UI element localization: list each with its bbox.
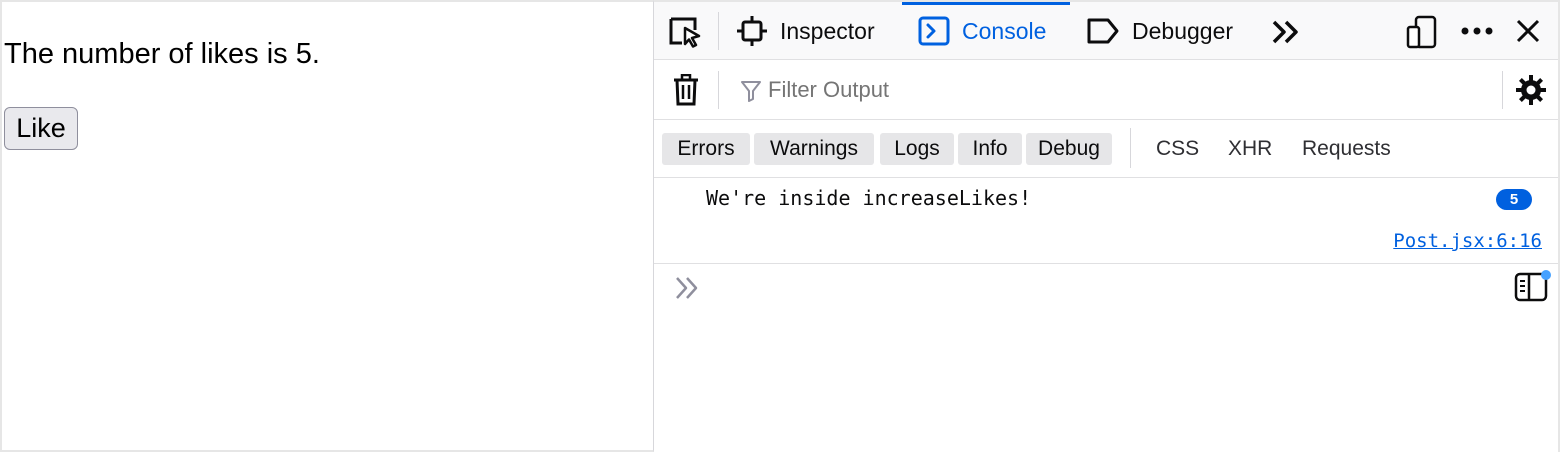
responsive-design-icon[interactable] <box>1404 14 1440 50</box>
tab-inspector-label: Inspector <box>780 17 875 44</box>
filter-xhr-button[interactable]: XHR <box>1228 133 1272 165</box>
filter-logs-button[interactable]: Logs <box>880 133 954 165</box>
like-button[interactable]: Like <box>4 107 78 150</box>
more-tools-chevron-icon[interactable] <box>1268 16 1304 48</box>
filter-debug-button[interactable]: Debug <box>1026 133 1112 165</box>
toolbar-separator <box>718 12 719 50</box>
console-filter-bar <box>654 60 1558 120</box>
filter-requests-button[interactable]: Requests <box>1302 133 1391 165</box>
tab-debugger[interactable]: Debugger <box>1086 2 1233 60</box>
more-options-icon[interactable] <box>1458 16 1496 46</box>
tab-console-label: Console <box>962 17 1047 44</box>
filter-output-input[interactable] <box>736 70 1496 110</box>
inspector-icon <box>736 15 768 47</box>
filter-css-button[interactable]: CSS <box>1156 133 1199 165</box>
filter-warnings-button[interactable]: Warnings <box>754 133 874 165</box>
filterbar-separator-right <box>1502 71 1503 109</box>
console-icon <box>918 16 950 46</box>
log-level-filters: Errors Warnings Logs Info Debug CSS XHR … <box>654 120 1558 178</box>
prompt-chevron-icon <box>674 276 702 305</box>
console-message: We're inside increaseLikes! 5 Post.jsx:6… <box>654 178 1558 264</box>
devtools-toolbar: Inspector Console Debugger <box>654 2 1558 60</box>
close-icon[interactable] <box>1512 15 1544 47</box>
message-source-link[interactable]: Post.jsx:6:16 <box>1393 230 1542 252</box>
filter-errors-button[interactable]: Errors <box>662 133 750 165</box>
console-input[interactable] <box>714 272 1494 306</box>
element-picker-icon[interactable] <box>666 14 704 50</box>
filterbar-separator <box>718 71 719 109</box>
settings-gear-icon[interactable] <box>1514 72 1548 108</box>
tab-console[interactable]: Console <box>918 2 1046 60</box>
trash-icon[interactable] <box>670 72 702 108</box>
console-input-row <box>654 264 1558 452</box>
tab-debugger-label: Debugger <box>1132 17 1234 44</box>
message-text: We're inside increaseLikes! <box>706 186 1032 210</box>
notification-dot <box>1541 270 1551 280</box>
filter-info-button[interactable]: Info <box>958 133 1022 165</box>
repeat-count-badge: 5 <box>1496 189 1532 210</box>
page-viewport: The number of likes is 5. Like <box>0 0 654 452</box>
debugger-icon <box>1086 17 1120 45</box>
levelbar-separator <box>1130 128 1131 168</box>
devtools-panel: Inspector Console Debugger Filter Output… <box>654 0 1560 452</box>
likes-text: The number of likes is 5. <box>4 38 320 70</box>
tab-inspector[interactable]: Inspector <box>736 2 875 60</box>
